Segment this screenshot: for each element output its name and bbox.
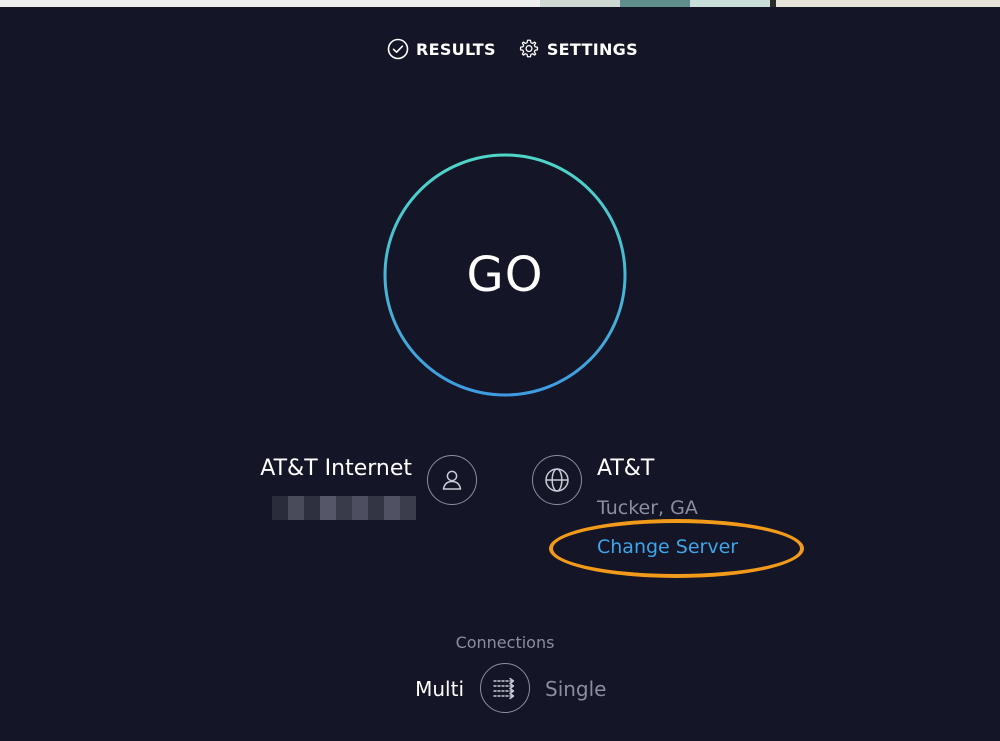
results-nav-item[interactable]: RESULTS (387, 38, 496, 60)
go-button[interactable]: GO (383, 153, 627, 397)
connections-multi-option[interactable]: Multi (415, 677, 464, 701)
globe-icon[interactable] (532, 455, 582, 505)
connections-single-option[interactable]: Single (545, 677, 606, 701)
speedtest-page: RESULTS SETTINGS GO AT&T Internet AT&T T… (0, 0, 1000, 741)
settings-label: SETTINGS (546, 39, 638, 59)
isp-name: AT&T Internet (260, 456, 412, 481)
change-server-link[interactable]: Change Server (597, 536, 738, 558)
settings-nav-item[interactable]: SETTINGS (518, 38, 638, 60)
gear-icon (518, 38, 540, 60)
top-nav: RESULTS SETTINGS (387, 38, 638, 60)
go-label: GO (466, 247, 544, 303)
user-icon[interactable] (427, 455, 477, 505)
connections-label: Connections (455, 633, 555, 652)
connections-toggle-icon[interactable] (480, 663, 530, 713)
isp-ip-redacted (272, 496, 416, 520)
results-label: RESULTS (416, 39, 496, 59)
check-circle-icon (387, 38, 409, 60)
server-location: Tucker, GA (597, 497, 698, 519)
server-name: AT&T (597, 456, 655, 481)
top-ad-banner[interactable] (0, 0, 1000, 7)
